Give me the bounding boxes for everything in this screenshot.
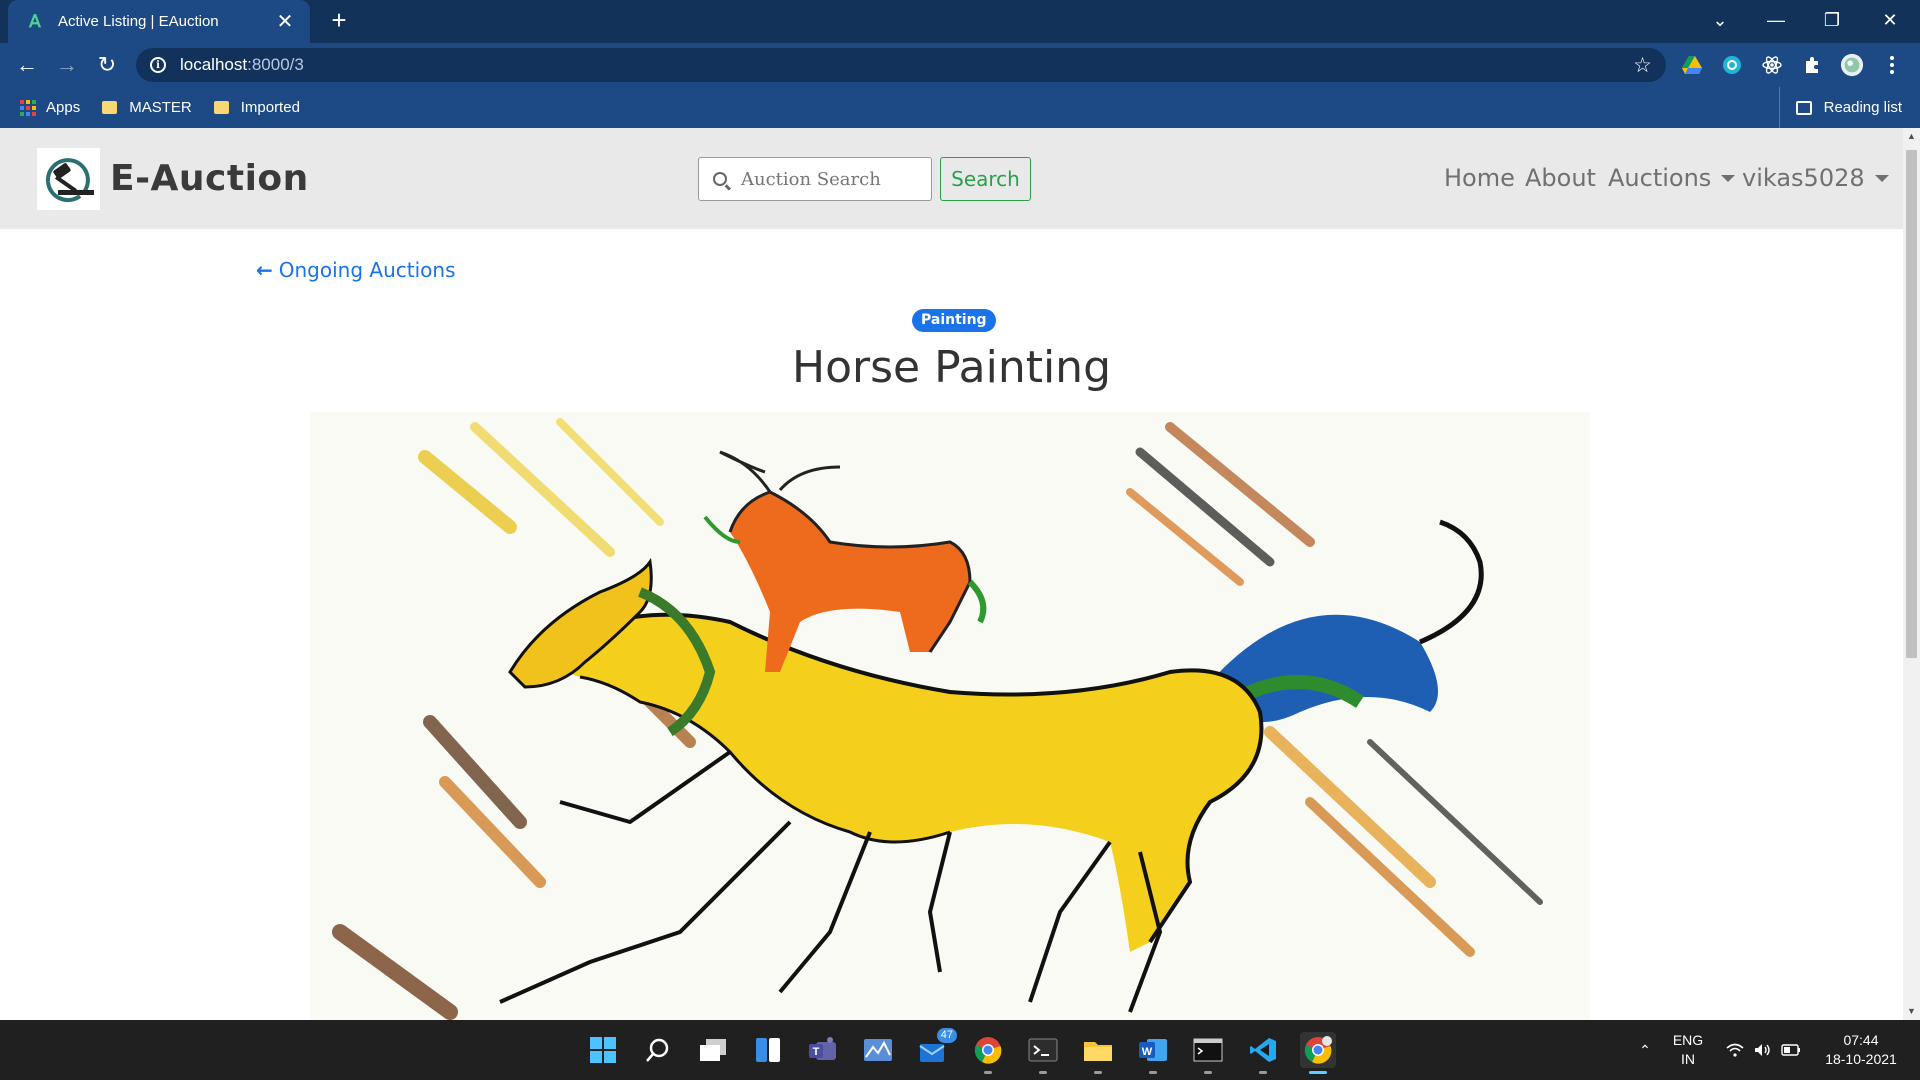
site-logo[interactable] <box>37 148 100 210</box>
arrow-left-icon: ← <box>256 258 273 282</box>
vscode-icon[interactable] <box>1245 1032 1281 1074</box>
restore-button[interactable]: ❐ <box>1804 0 1860 40</box>
terminal-icon[interactable] <box>1025 1032 1061 1074</box>
folder-icon <box>102 101 118 114</box>
wifi-icon[interactable] <box>1722 1020 1748 1080</box>
chrome-profile-icon[interactable] <box>1300 1032 1336 1074</box>
listing-title: Horse Painting <box>792 342 1111 393</box>
auction-search-input[interactable] <box>741 168 911 190</box>
brand-name[interactable]: E-Auction <box>110 158 309 199</box>
chevron-down-icon <box>1721 174 1736 182</box>
drive-extension-icon[interactable] <box>1680 53 1704 77</box>
extensions-puzzle-icon[interactable] <box>1800 53 1824 77</box>
user-menu-dropdown[interactable]: vikas5028 <box>1742 164 1889 192</box>
nav-auctions-dropdown[interactable]: Auctions <box>1608 164 1736 192</box>
teams-icon[interactable]: T <box>805 1032 841 1068</box>
reading-list-button[interactable]: Reading list <box>1778 87 1902 128</box>
svg-text:T: T <box>813 1046 820 1058</box>
bookmark-apps[interactable]: Apps <box>20 99 80 116</box>
mail-count-badge: 47 <box>936 1028 957 1043</box>
clock[interactable]: 07:44 18-10-2021 <box>1816 1020 1906 1080</box>
language-indicator[interactable]: ENG IN <box>1668 1020 1708 1080</box>
scroll-thumb[interactable] <box>1906 150 1917 658</box>
ongoing-auctions-link[interactable]: ← Ongoing Auctions <box>256 258 455 282</box>
apps-grid-icon <box>20 99 36 116</box>
tab-search-icon[interactable]: ⌄ <box>1692 0 1748 40</box>
svg-text:W: W <box>1142 1046 1153 1058</box>
new-tab-button[interactable]: + <box>324 6 354 36</box>
address-bar[interactable]: i localhost:8000/3 ☆ <box>136 48 1666 82</box>
start-icon[interactable] <box>585 1032 621 1068</box>
nav-home[interactable]: Home <box>1444 164 1515 192</box>
battery-icon[interactable] <box>1778 1020 1804 1080</box>
nav-about[interactable]: About <box>1525 164 1596 192</box>
search-icon <box>713 172 727 186</box>
category-badge: Painting <box>912 309 996 332</box>
reload-button[interactable]: ↻ <box>92 50 122 80</box>
tab-strip: 𝖠 Active Listing | EAuction ✕ + ⌄ — ❐ ✕ <box>0 0 1920 43</box>
bookmarks-bar: Apps MASTER Imported Reading list <box>0 87 1920 128</box>
site-info-icon[interactable]: i <box>150 57 166 73</box>
nav-auctions-label: Auctions <box>1608 164 1712 192</box>
site-favicon-icon: 𝖠 <box>29 11 41 31</box>
extension-globe-icon[interactable] <box>1720 53 1744 77</box>
language-top: ENG <box>1672 1032 1704 1048</box>
volume-icon[interactable] <box>1750 1020 1776 1080</box>
site-navbar: E-Auction Search Home About Auctions vik… <box>0 128 1903 229</box>
page-viewport: E-Auction Search Home About Auctions vik… <box>0 128 1920 1020</box>
url-text[interactable]: localhost:8000/3 <box>180 55 304 75</box>
bookmark-label: Imported <box>240 99 300 116</box>
address-toolbar: ← → ↻ i localhost:8000/3 ☆ <box>0 43 1920 87</box>
tab-title: Active Listing | EAuction <box>58 13 219 30</box>
mail-icon[interactable]: 47 <box>915 1028 957 1068</box>
profile-avatar[interactable] <box>1840 53 1864 77</box>
show-hidden-icons-chevron-icon[interactable]: ⌃ <box>1630 1020 1660 1080</box>
close-window-button[interactable]: ✕ <box>1862 0 1918 40</box>
react-devtools-icon[interactable] <box>1760 53 1784 77</box>
bookmark-label: MASTER <box>129 99 192 116</box>
chrome-icon[interactable] <box>970 1032 1006 1074</box>
reading-list-icon <box>1795 100 1812 115</box>
word-icon[interactable]: W <box>1135 1032 1171 1074</box>
language-bottom: IN <box>1681 1051 1695 1067</box>
forward-button[interactable]: → <box>52 50 82 80</box>
listing-image <box>310 412 1590 1020</box>
stocks-app-icon[interactable] <box>860 1032 896 1068</box>
reading-list-label: Reading list <box>1823 99 1902 116</box>
chevron-down-icon <box>1874 174 1889 182</box>
command-prompt-icon[interactable] <box>1190 1032 1226 1074</box>
search-button[interactable]: Search <box>940 157 1031 201</box>
tab-close-icon[interactable]: ✕ <box>274 9 296 34</box>
tab-active-listing[interactable]: 𝖠 Active Listing | EAuction ✕ <box>8 0 310 43</box>
file-explorer-icon[interactable] <box>1080 1032 1116 1074</box>
chrome-menu-icon[interactable] <box>1880 53 1904 77</box>
bookmark-label: Apps <box>46 99 81 116</box>
scroll-up-icon[interactable]: ▲ <box>1903 128 1920 145</box>
clock-date: 18-10-2021 <box>1825 1051 1897 1067</box>
bookmark-star-icon[interactable]: ☆ <box>1633 53 1652 78</box>
auction-search-field[interactable] <box>698 157 932 201</box>
bookmark-master[interactable]: MASTER <box>102 99 192 116</box>
clock-time: 07:44 <box>1843 1032 1879 1048</box>
search-icon[interactable] <box>640 1032 676 1068</box>
user-name: vikas5028 <box>1742 164 1865 192</box>
task-view-icon[interactable] <box>695 1032 731 1068</box>
scroll-down-icon[interactable]: ▼ <box>1903 1003 1920 1020</box>
windows-taskbar: T 47 W ⌃ ENG IN 07:44 18-10-2021 <box>0 1020 1920 1080</box>
page-scrollbar[interactable]: ▲ ▼ <box>1903 128 1920 1020</box>
folder-icon <box>213 101 229 114</box>
minimize-button[interactable]: — <box>1748 0 1804 40</box>
back-button[interactable]: ← <box>12 50 42 80</box>
back-link-label: Ongoing Auctions <box>278 258 456 282</box>
widgets-icon[interactable] <box>750 1032 786 1068</box>
bookmark-imported[interactable]: Imported <box>213 99 300 116</box>
